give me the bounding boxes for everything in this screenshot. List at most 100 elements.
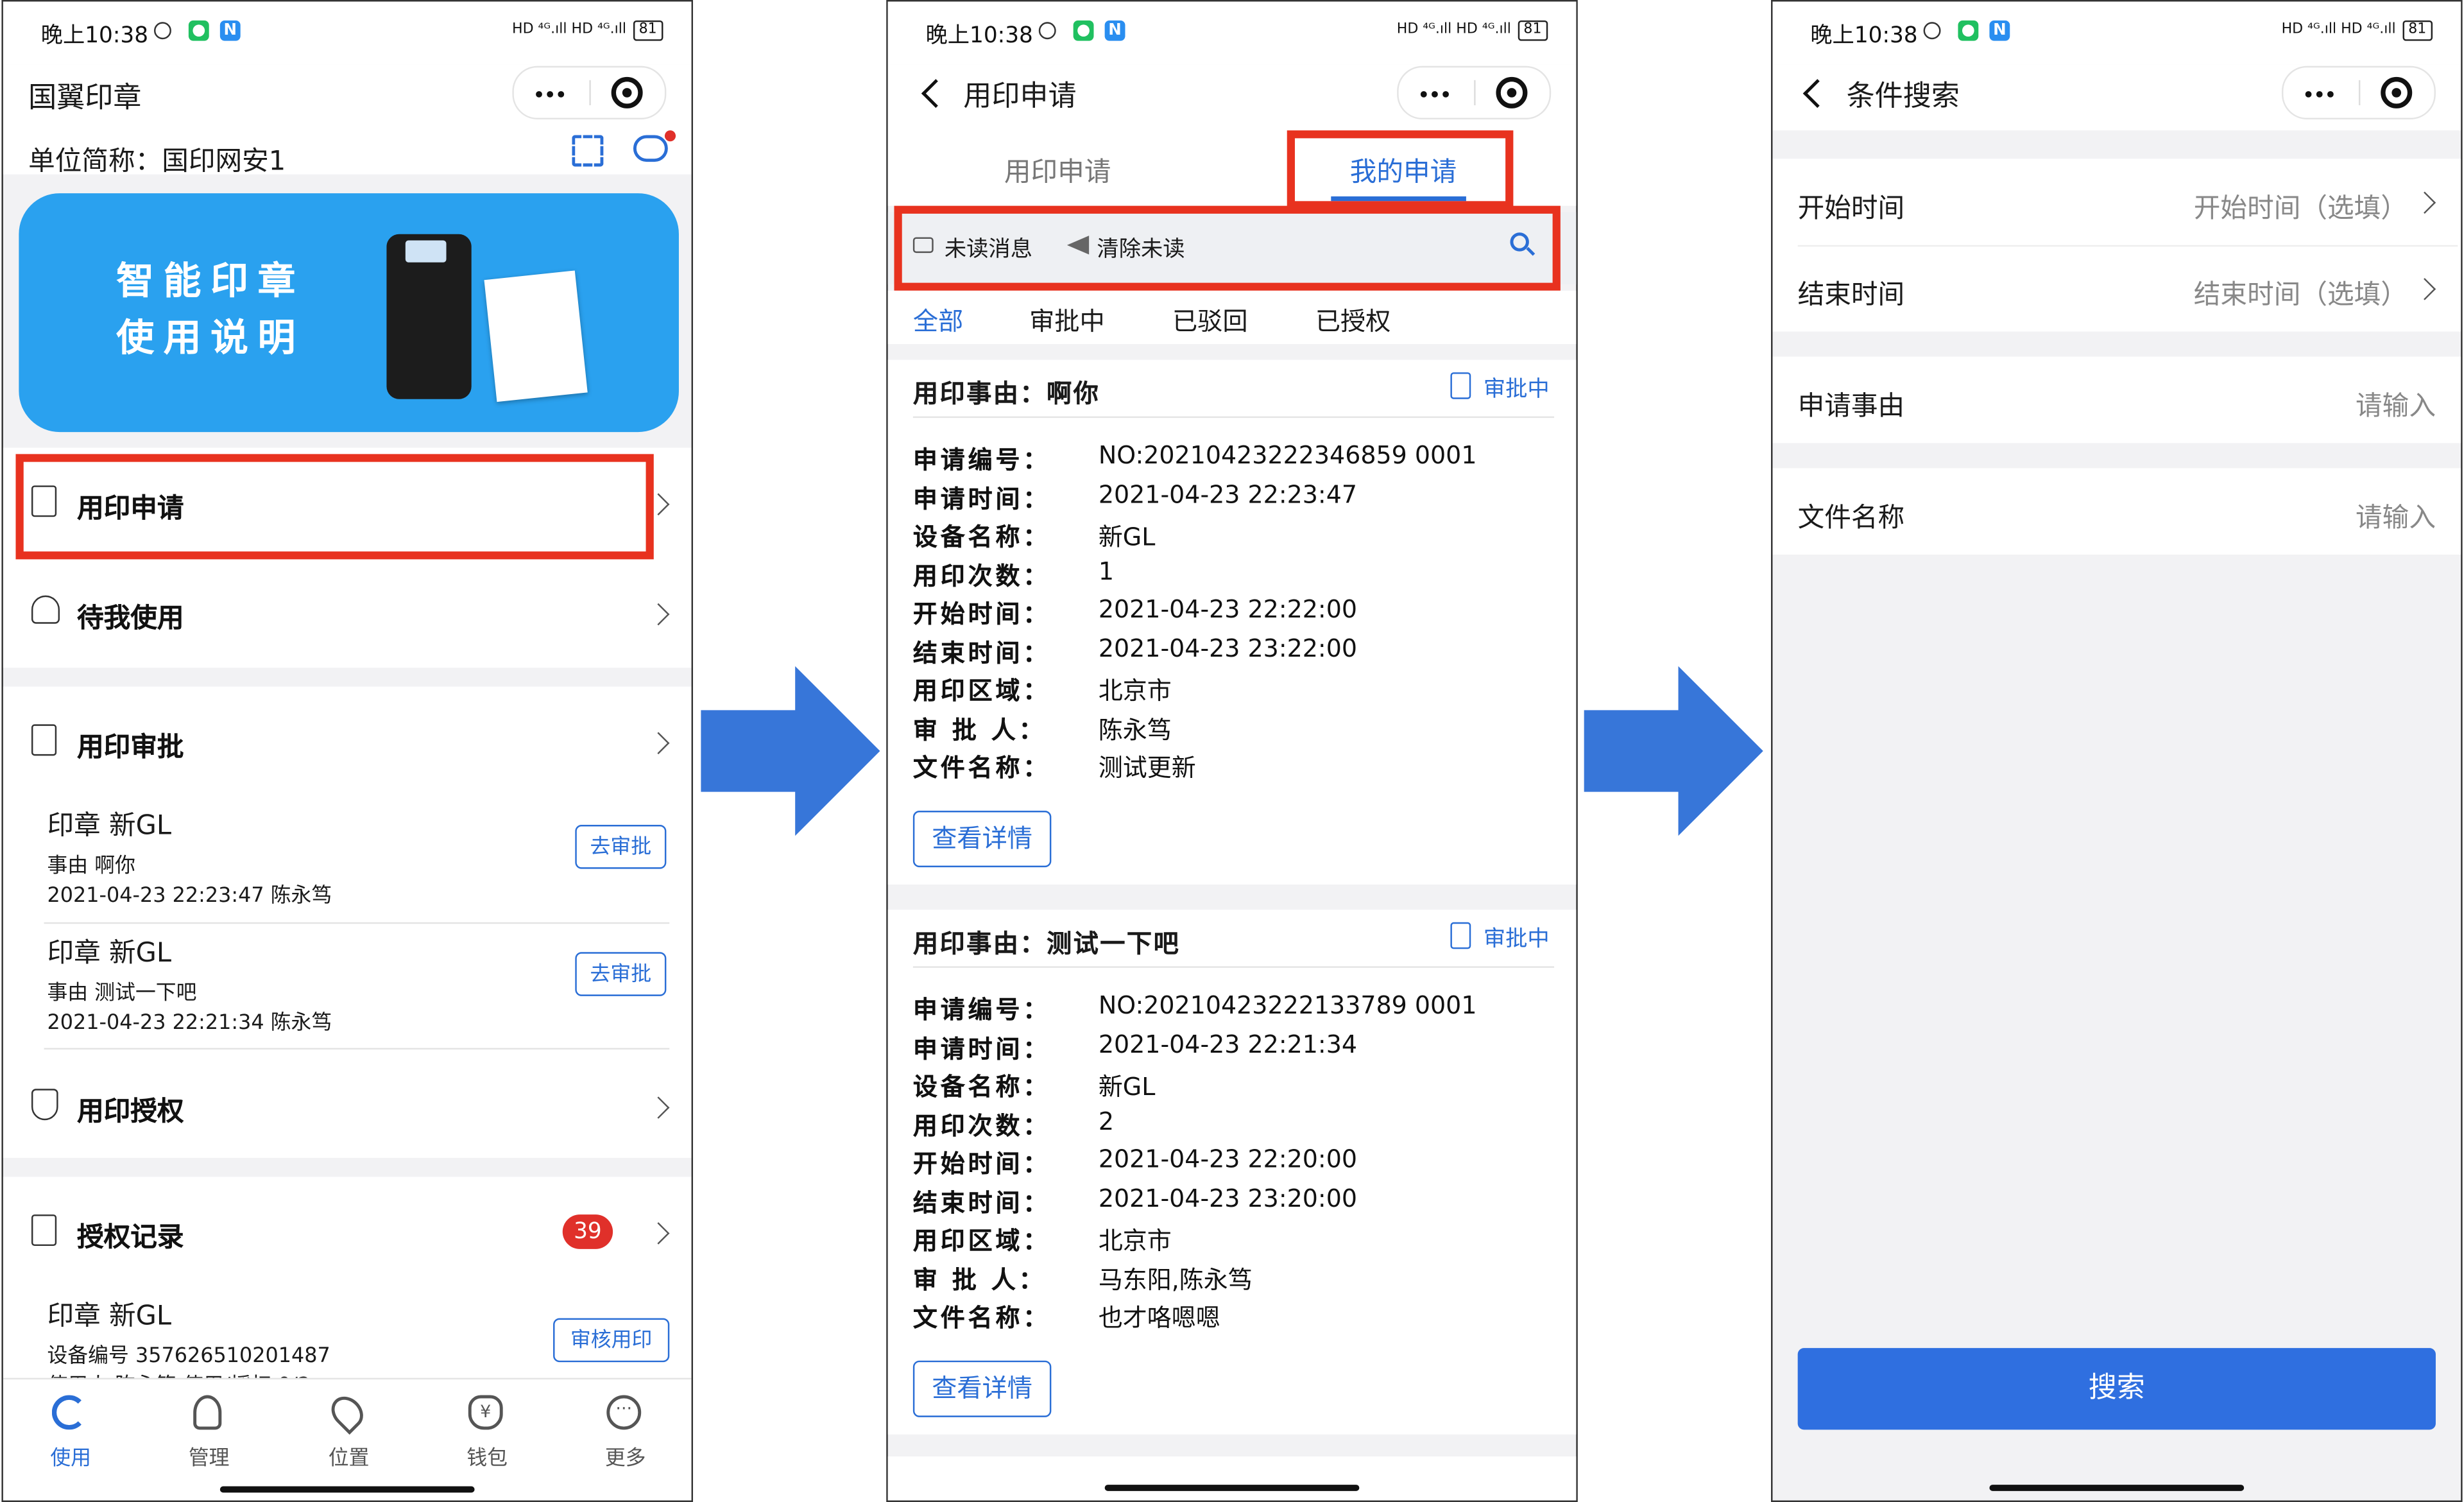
record-device: 设备编号 357626510201487 <box>47 1345 330 1368</box>
status-time: 晚上10:38 <box>925 23 1033 49</box>
value-start: 2021-04-23 22:22:00 <box>1098 595 1358 624</box>
divider <box>912 966 1555 968</box>
flow-arrow <box>701 666 880 836</box>
tab-use[interactable]: 使用 <box>35 1392 107 1480</box>
more-icon[interactable] <box>2305 91 2312 98</box>
highlight-toolbar <box>894 205 1561 291</box>
time-range-group: 开始时间 开始时间（选填） 结束时间 结束时间（选填） <box>1772 159 2461 332</box>
label-app-time: 申请时间： <box>912 1035 1051 1064</box>
mini-program-capsule[interactable] <box>2281 65 2436 120</box>
message-icon[interactable] <box>633 135 668 162</box>
application-card[interactable]: 用印事由：测试一下吧 审批中 申请编号： NO:2021042322213378… <box>887 910 1577 1435</box>
app-n-icon: N <box>1989 20 2010 41</box>
highlight-my-tab <box>1287 130 1514 209</box>
approval-title: 印章 新GL <box>47 938 172 970</box>
label-count: 用印次数： <box>912 1112 1051 1141</box>
close-miniprogram-icon[interactable] <box>611 76 643 108</box>
field-label: 文件名称 <box>1797 503 1905 535</box>
value-device: 新GL <box>1098 1073 1156 1101</box>
label-end: 结束时间： <box>912 1189 1051 1218</box>
records-badge: 39 <box>562 1214 613 1249</box>
back-icon[interactable] <box>1802 79 1832 108</box>
value-area: 北京市 <box>1098 1227 1172 1256</box>
approval-meta: 2021-04-23 22:23:47 陈永笃 <box>47 885 332 908</box>
approval-item[interactable]: 印章 新GL 事由 啊你 2021-04-23 22:23:47 陈永笃 去审批 <box>44 797 670 924</box>
approval-meta: 2021-04-23 22:21:34 陈永笃 <box>47 1012 332 1036</box>
location-pin-icon <box>325 1390 370 1435</box>
label-app-no: 申请编号： <box>912 446 1051 475</box>
tab-manage[interactable]: 管理 <box>173 1392 245 1480</box>
signal-battery: HD ⁴ᴳ.ıll HD ⁴ᴳ.ıll 81 <box>512 20 663 41</box>
phone-home-screen: 晚上10:38 ● N HD ⁴ᴳ.ıll HD ⁴ᴳ.ıll 81 国翼印章 单… <box>1 0 694 1502</box>
menu-pending-use[interactable]: 待我使用 <box>3 558 692 668</box>
tab-label: 使用 <box>50 1447 92 1471</box>
application-card[interactable]: 用印事由：啊你 审批中 申请编号： NO:20210423222346859 0… <box>887 359 1577 885</box>
status-doc-icon <box>1450 922 1471 949</box>
menu-records[interactable]: 授权记录 39 <box>3 1177 692 1286</box>
mini-program-capsule[interactable] <box>1397 65 1552 120</box>
end-time-field[interactable]: 结束时间 结束时间（选填） <box>1772 245 2461 332</box>
wechat-icon: ● <box>1958 20 1979 41</box>
filter-authorized[interactable]: 已授权 <box>1315 300 1391 338</box>
flow-arrow <box>1584 666 1763 836</box>
approval-section: 用印审批 印章 新GL 事由 啊你 2021-04-23 22:23:47 陈永… <box>3 686 692 1158</box>
go-approve-button[interactable]: 去审批 <box>575 825 667 869</box>
chevron-right-icon <box>647 732 670 755</box>
app-n-icon: N <box>1104 20 1125 41</box>
chevron-right-icon <box>2413 278 2436 300</box>
filename-field[interactable]: 文件名称 请输入 <box>1772 468 2461 555</box>
approve-doc-icon <box>31 724 57 756</box>
back-icon[interactable] <box>921 79 950 108</box>
review-use-button[interactable]: 审核用印 <box>553 1318 670 1363</box>
reason-input[interactable]: 请输入 <box>2356 383 2436 422</box>
approval-reason: 事由 测试一下吧 <box>47 981 197 1006</box>
view-details-button[interactable]: 查看详情 <box>912 1360 1052 1417</box>
start-time-field[interactable]: 开始时间 开始时间（选填） <box>1772 159 2461 245</box>
field-placeholder: 结束时间（选填） <box>2193 279 2408 311</box>
menu-authorize[interactable]: 用印授权 <box>3 1051 692 1158</box>
menu-approve[interactable]: 用印审批 <box>3 687 692 797</box>
device-screen <box>405 240 447 263</box>
more-icon[interactable] <box>536 91 542 98</box>
value-count: 2 <box>1098 1107 1115 1136</box>
filter-pending[interactable]: 审批中 <box>1029 300 1105 338</box>
label-area: 用印区域： <box>912 677 1051 706</box>
go-approve-button[interactable]: 去审批 <box>575 952 667 996</box>
card-status: 审批中 <box>1483 377 1550 402</box>
status-filter-bar: 全部 审批中 已驳回 已授权 <box>887 290 1577 345</box>
instruction-banner[interactable]: 智能印章 使用说明 <box>19 193 679 433</box>
scan-icon[interactable] <box>572 135 604 167</box>
status-bar: 晚上10:38 ● N HD ⁴ᴳ.ıll HD ⁴ᴳ.ıll 81 <box>3 1 692 65</box>
value-app-no: NO:20210423222133789 0001 <box>1098 991 1477 1020</box>
more-icon[interactable] <box>1420 91 1427 98</box>
tab-wallet[interactable]: ¥ 钱包 <box>451 1392 524 1480</box>
alarm-icon <box>1038 22 1056 40</box>
tab-apply[interactable]: 用印申请 <box>1004 150 1111 189</box>
value-app-no: NO:20210423222346859 0001 <box>1098 441 1477 470</box>
value-app-time: 2021-04-23 22:21:34 <box>1098 1030 1358 1059</box>
close-miniprogram-icon[interactable] <box>2381 76 2413 108</box>
reason-field[interactable]: 申请事由 请输入 <box>1772 356 2461 444</box>
field-label: 开始时间 <box>1797 193 1905 225</box>
mini-program-capsule[interactable] <box>512 65 667 120</box>
approval-item[interactable]: 印章 新GL 事由 测试一下吧 2021-04-23 22:21:34 陈永笃 … <box>44 922 670 1050</box>
tab-location[interactable]: 位置 <box>312 1390 385 1480</box>
battery-icon: 81 <box>2402 20 2433 41</box>
tab-more[interactable]: ··· 更多 <box>589 1392 662 1480</box>
search-button[interactable]: 搜索 <box>1797 1348 2436 1430</box>
view-details-button[interactable]: 查看详情 <box>912 811 1052 868</box>
document-illustration <box>484 270 588 402</box>
filename-input[interactable]: 请输入 <box>2356 495 2436 534</box>
card-reason: 用印事由：测试一下吧 <box>912 928 1181 959</box>
filter-rejected[interactable]: 已驳回 <box>1172 300 1248 338</box>
value-file: 测试更新 <box>1098 754 1196 782</box>
label-approver: 审 批 人： <box>912 716 1047 745</box>
close-miniprogram-icon[interactable] <box>1496 76 1528 108</box>
nav-title: 条件搜索 <box>1846 80 1960 114</box>
filter-all[interactable]: 全部 <box>913 300 963 338</box>
app-title: 国翼印章 <box>28 82 142 115</box>
label-file: 文件名称： <box>912 754 1051 782</box>
label-file: 文件名称： <box>912 1304 1051 1333</box>
highlight-apply <box>15 454 654 560</box>
chevron-right-icon <box>647 603 670 626</box>
